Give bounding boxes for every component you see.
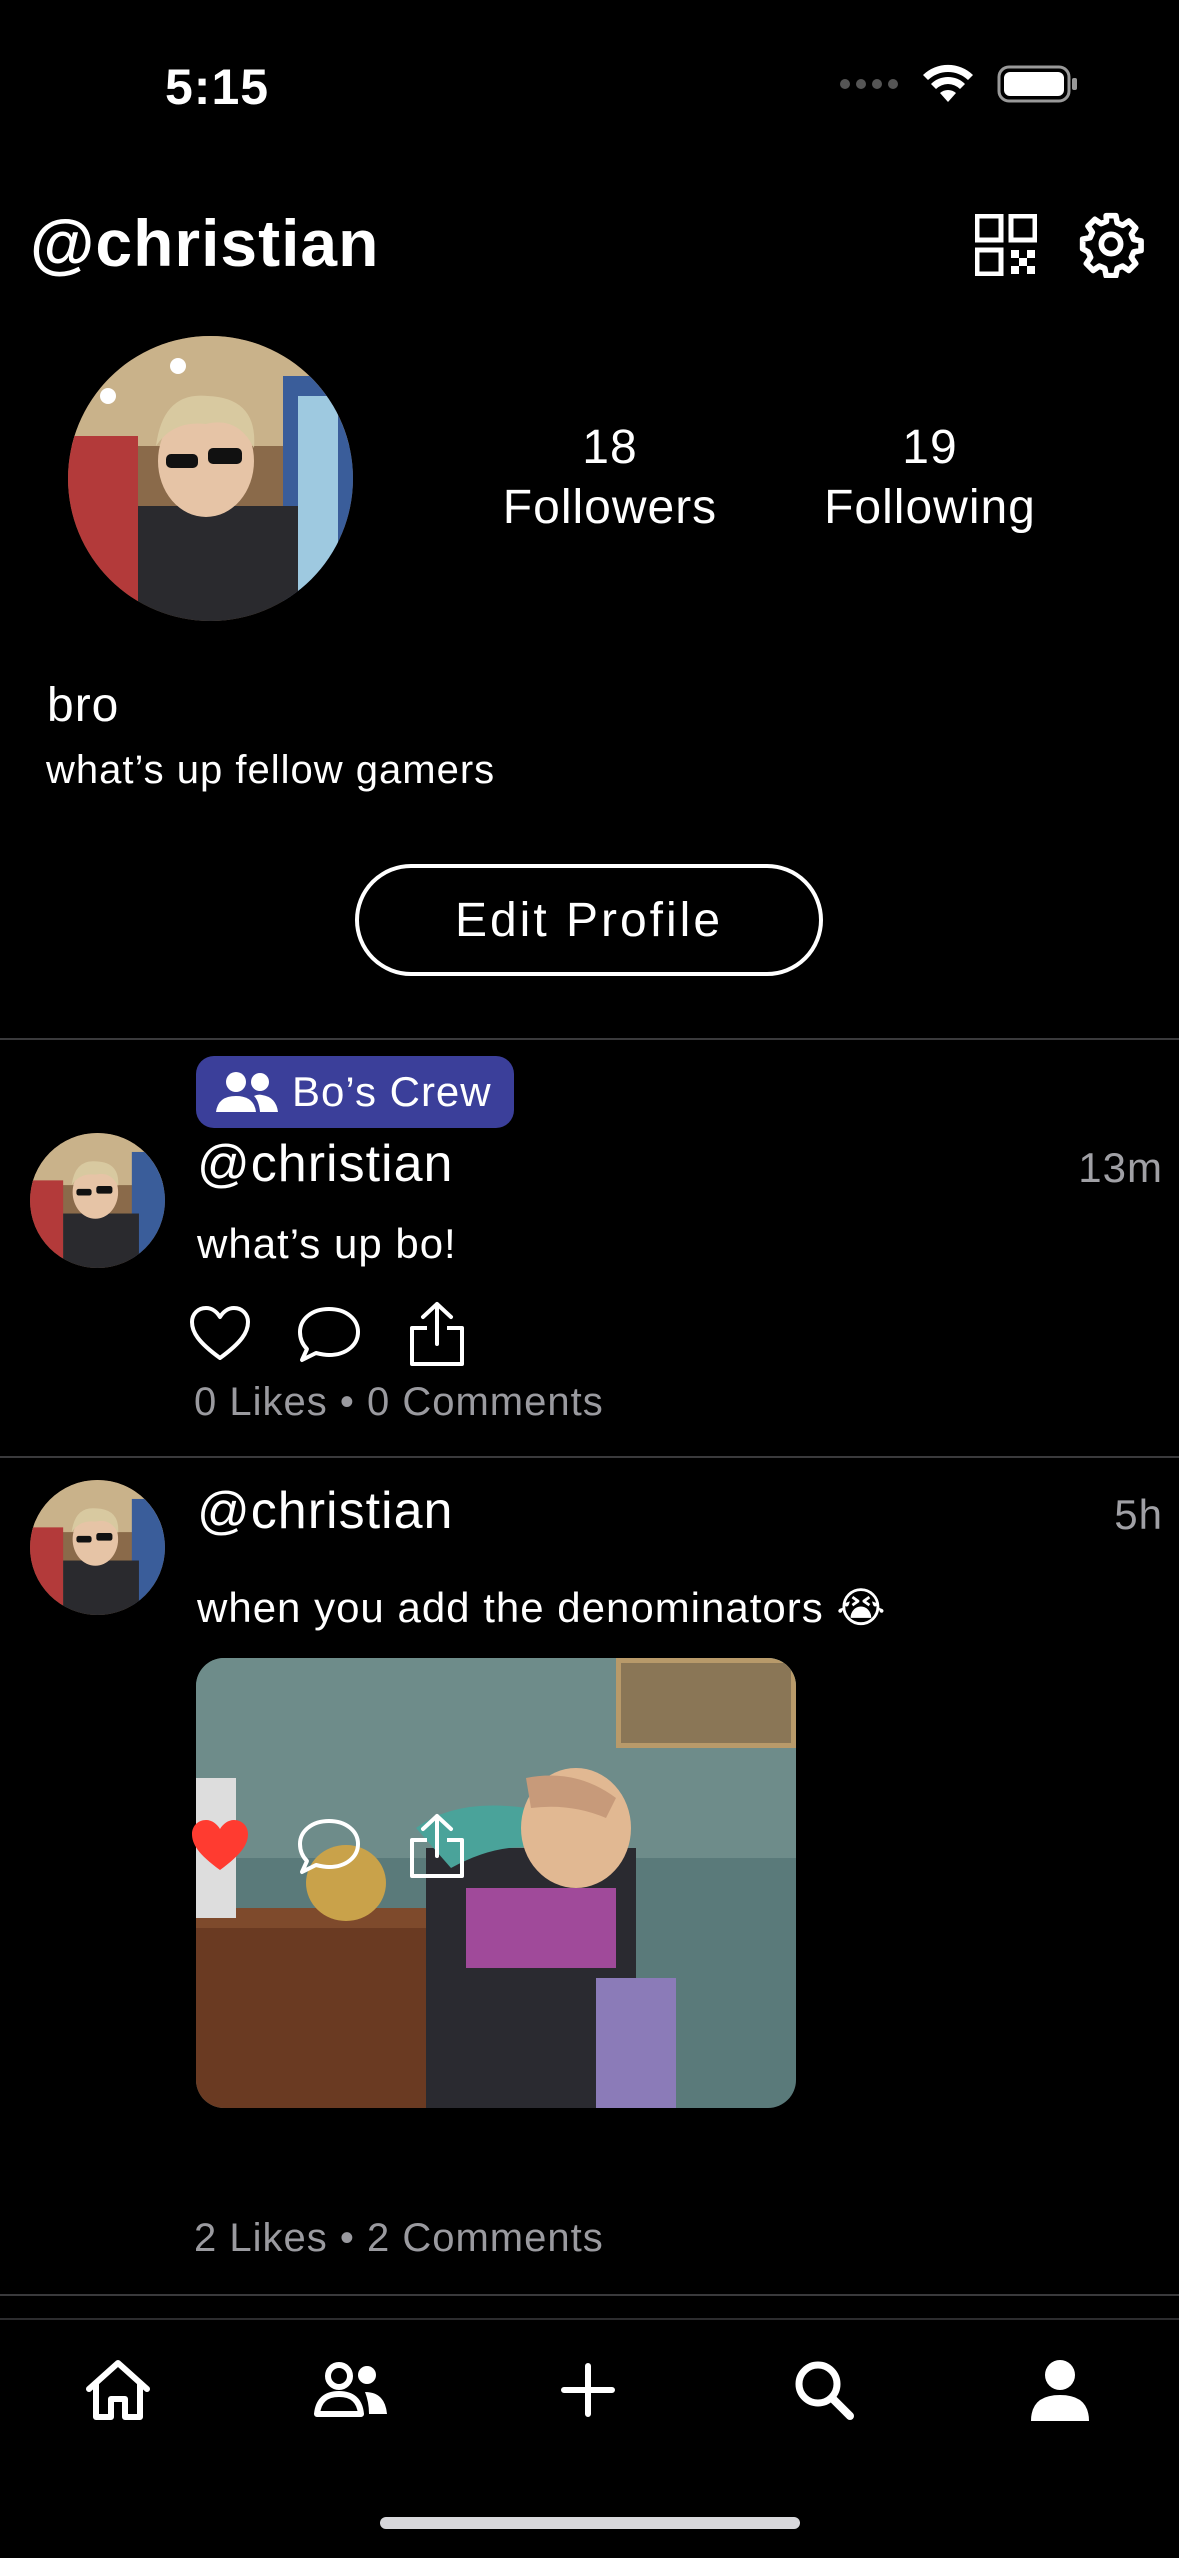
home-indicator[interactable] bbox=[380, 2517, 800, 2529]
status-icons bbox=[839, 64, 1079, 104]
heart-icon[interactable] bbox=[190, 1306, 250, 1362]
tab-friends[interactable] bbox=[312, 2350, 392, 2430]
post-username[interactable]: @christian bbox=[197, 1481, 453, 1541]
followers-count: 18 bbox=[582, 421, 638, 474]
tab-search[interactable] bbox=[784, 2350, 864, 2430]
post-image[interactable] bbox=[196, 1658, 796, 2108]
tab-home[interactable] bbox=[78, 2350, 158, 2430]
plus-icon bbox=[561, 2363, 615, 2417]
comment-icon[interactable] bbox=[296, 1817, 362, 1875]
following-label: Following bbox=[824, 481, 1036, 534]
post-actions bbox=[190, 1300, 466, 1368]
edit-profile-button[interactable]: Edit Profile bbox=[355, 864, 823, 976]
divider bbox=[0, 2294, 1179, 2296]
post-counts[interactable]: 2 Likes • 2 Comments bbox=[194, 2216, 604, 2261]
following-count: 19 bbox=[902, 421, 958, 474]
share-icon[interactable] bbox=[408, 1300, 466, 1368]
group-name: Bo’s Crew bbox=[292, 1068, 492, 1115]
followers-label: Followers bbox=[502, 481, 718, 534]
wifi-icon bbox=[923, 64, 973, 102]
cellular-signal-icon bbox=[840, 79, 898, 89]
qr-code-icon[interactable] bbox=[975, 214, 1037, 276]
divider bbox=[0, 1456, 1179, 1458]
post-counts[interactable]: 0 Likes • 0 Comments bbox=[194, 1380, 604, 1425]
post-avatar[interactable] bbox=[30, 1480, 165, 1615]
following-stat[interactable]: 19 Following bbox=[790, 418, 1070, 538]
post-avatar[interactable] bbox=[30, 1133, 165, 1268]
profile-icon bbox=[1031, 2360, 1089, 2421]
profile-handle: @christian bbox=[30, 206, 380, 280]
heart-filled-icon[interactable] bbox=[190, 1818, 250, 1874]
friends-icon bbox=[314, 2362, 387, 2417]
profile-name: bro bbox=[47, 679, 120, 732]
battery-icon bbox=[997, 65, 1077, 103]
divider bbox=[0, 1038, 1179, 1040]
post-username[interactable]: @christian bbox=[197, 1134, 453, 1194]
home-icon bbox=[86, 2360, 150, 2420]
gear-icon[interactable] bbox=[1077, 210, 1145, 278]
tab-create[interactable] bbox=[548, 2350, 628, 2430]
post-actions bbox=[190, 1812, 466, 1880]
search-icon bbox=[795, 2361, 854, 2420]
tab-profile[interactable] bbox=[1020, 2350, 1100, 2430]
group-icon bbox=[216, 1072, 278, 1112]
profile-avatar[interactable] bbox=[68, 336, 353, 621]
post-timestamp: 5h bbox=[1114, 1491, 1163, 1538]
followers-stat[interactable]: 18 Followers bbox=[470, 418, 750, 538]
post-text: what’s up bo! bbox=[197, 1220, 457, 1267]
profile-bio: what’s up fellow gamers bbox=[46, 748, 496, 792]
status-time: 5:15 bbox=[165, 59, 270, 115]
post-text: when you add the denominators 😭 bbox=[197, 1584, 887, 1631]
share-icon[interactable] bbox=[408, 1812, 466, 1880]
group-chip[interactable]: Bo’s Crew bbox=[196, 1056, 514, 1128]
post-timestamp: 13m bbox=[1078, 1144, 1163, 1191]
comment-icon[interactable] bbox=[296, 1305, 362, 1363]
